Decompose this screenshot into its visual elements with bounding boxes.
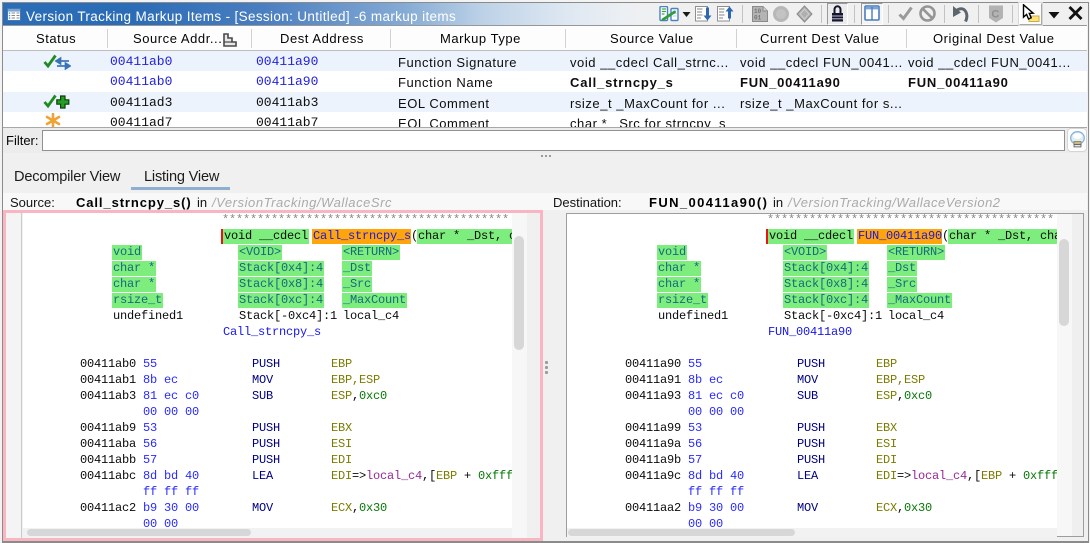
svg-text:01: 01 (754, 15, 762, 22)
svg-text:C: C (991, 9, 999, 21)
